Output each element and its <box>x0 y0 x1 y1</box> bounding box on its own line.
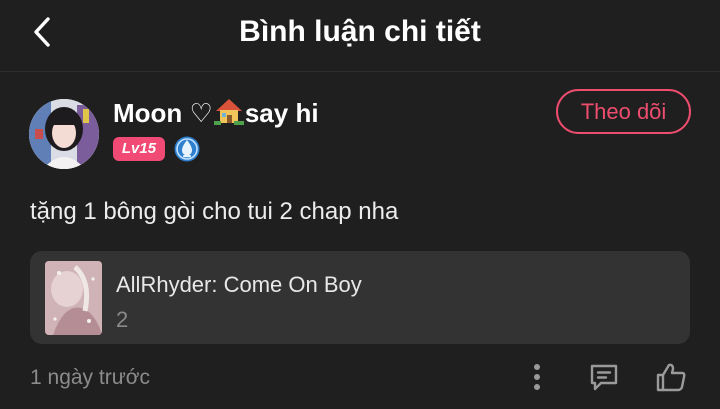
story-title: AllRhyder: Come On Boy <box>116 272 362 297</box>
story-card[interactable]: AllRhyder: Come On Boy 2 <box>30 251 690 344</box>
top-bar: Bình luận chi tiết <box>0 0 720 72</box>
username-suffix: say hi <box>244 98 319 128</box>
comment-text: tặng 1 bông gòi cho tui 2 chap nha <box>30 198 399 225</box>
like-button[interactable] <box>653 359 689 395</box>
comment-timestamp: 1 ngày trước <box>30 366 151 389</box>
avatar[interactable] <box>29 99 99 169</box>
more-vertical-icon <box>534 364 540 390</box>
username-prefix: Moon ♡ <box>113 98 213 128</box>
blue-rank-badge-icon <box>173 135 201 163</box>
comment-icon <box>590 364 618 391</box>
thumbs-up-icon <box>656 363 686 392</box>
story-cover-image <box>45 261 102 335</box>
page-title: Bình luận chi tiết <box>239 15 481 48</box>
follow-button[interactable]: Theo dõi <box>556 89 691 134</box>
level-badge: Lv15 <box>113 137 165 161</box>
more-options-button[interactable] <box>519 359 555 395</box>
story-chapter: 2 <box>116 307 129 332</box>
reply-button[interactable] <box>586 359 622 395</box>
avatar-image <box>29 99 99 169</box>
username[interactable]: Moon ♡ say hi <box>113 97 319 132</box>
house-emoji-icon <box>213 97 244 132</box>
